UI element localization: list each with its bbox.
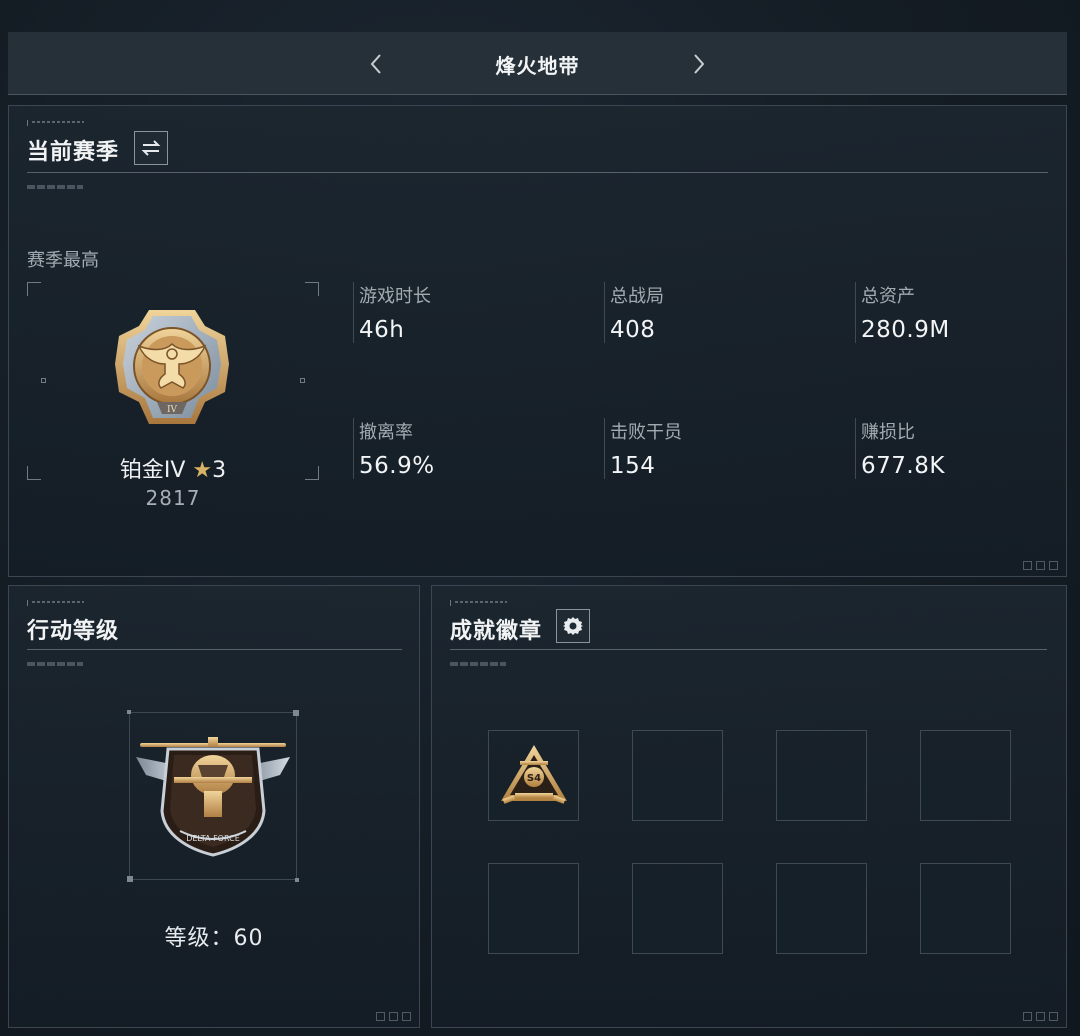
rank-points: 2817 [145, 486, 201, 510]
badge-label: S4 [527, 773, 541, 784]
current-season-panel: 当前赛季 赛季最高 IV 铂金IV ★3 2817 游戏时长 46h 总战局 4… [8, 105, 1067, 577]
badge-slot-6[interactable] [632, 863, 723, 954]
stat-label: 总资产 [861, 286, 915, 307]
swap-button[interactable] [134, 131, 168, 165]
badge-slot-2[interactable] [632, 730, 723, 821]
eagle-rank-emblem-icon: IV [115, 310, 229, 424]
swap-icon [141, 140, 161, 156]
chevron-right-icon[interactable] [681, 46, 717, 82]
stat-total-matches: 总战局 408 [604, 282, 834, 343]
divider [27, 172, 1048, 173]
emblem-text: DELTA FORCE [186, 834, 240, 843]
panel-title: 行动等级 [27, 619, 120, 644]
panel-decoration [27, 600, 87, 606]
stat-value: 46h [359, 317, 405, 343]
helicopter-emblem-icon: DELTA FORCE [136, 737, 290, 857]
achievement-badges-panel: 成就徽章 S4 [431, 585, 1067, 1028]
panel-decoration [27, 662, 83, 666]
stat-label: 击败干员 [610, 422, 682, 443]
badge-slot-5[interactable] [488, 863, 579, 954]
stat-value: 154 [610, 453, 656, 479]
mode-header: 烽火地带 [8, 32, 1067, 95]
divider [27, 649, 402, 650]
stat-value: 56.9% [359, 453, 435, 479]
operation-level-panel: 行动等级 DELTA FORCE 等级：60 [8, 585, 420, 1028]
badge-slot-7[interactable] [776, 863, 867, 954]
stat-extract-rate: 撤离率 56.9% [353, 418, 583, 479]
rank-tier: 铂金IV [119, 458, 186, 483]
season-best-label: 赛季最高 [27, 250, 99, 271]
panel-decoration [450, 600, 510, 606]
panel-decoration [27, 185, 83, 189]
stat-value: 280.9M [861, 317, 950, 343]
panel-title: 当前赛季 [27, 140, 120, 165]
rank-stars: 3 [212, 458, 227, 483]
stat-label: 游戏时长 [359, 286, 431, 307]
stat-label: 总战局 [610, 286, 664, 307]
corner-decoration [1023, 1012, 1058, 1021]
stat-profit-loss-ratio: 赚损比 677.8K [855, 418, 1080, 479]
panel-decoration [27, 120, 87, 126]
divider [450, 649, 1047, 650]
rank-name: 铂金IV ★3 [27, 452, 319, 484]
mode-title: 烽火地带 [495, 54, 580, 78]
badge-slot-8[interactable] [920, 863, 1011, 954]
stat-value: 408 [610, 317, 656, 343]
badge-slot-3[interactable] [776, 730, 867, 821]
stat-label: 撤离率 [359, 422, 413, 443]
badge-slot-4[interactable] [920, 730, 1011, 821]
corner-decoration [1023, 561, 1058, 570]
badge-slot-1[interactable]: S4 [488, 730, 579, 821]
stat-play-time: 游戏时长 46h [353, 282, 583, 343]
level-text: 等级：60 [9, 920, 419, 952]
star-icon: ★ [192, 458, 213, 483]
svg-text:IV: IV [167, 405, 178, 415]
stat-total-assets: 总资产 280.9M [855, 282, 1080, 343]
panel-title: 成就徽章 [450, 619, 543, 644]
stat-label: 赚损比 [861, 422, 915, 443]
level-label: 等级： [164, 926, 234, 951]
corner-decoration [376, 1012, 411, 1021]
s4-badge-icon: S4 [501, 745, 567, 804]
stat-value: 677.8K [861, 453, 945, 479]
panel-decoration [450, 662, 506, 666]
badge-settings-button[interactable] [556, 609, 590, 643]
level-value: 60 [233, 926, 264, 951]
stat-operators-defeated: 击败干员 154 [604, 418, 834, 479]
gear-icon [563, 617, 583, 635]
rank-frame: IV [27, 282, 319, 480]
level-emblem-frame: DELTA FORCE [127, 710, 299, 882]
